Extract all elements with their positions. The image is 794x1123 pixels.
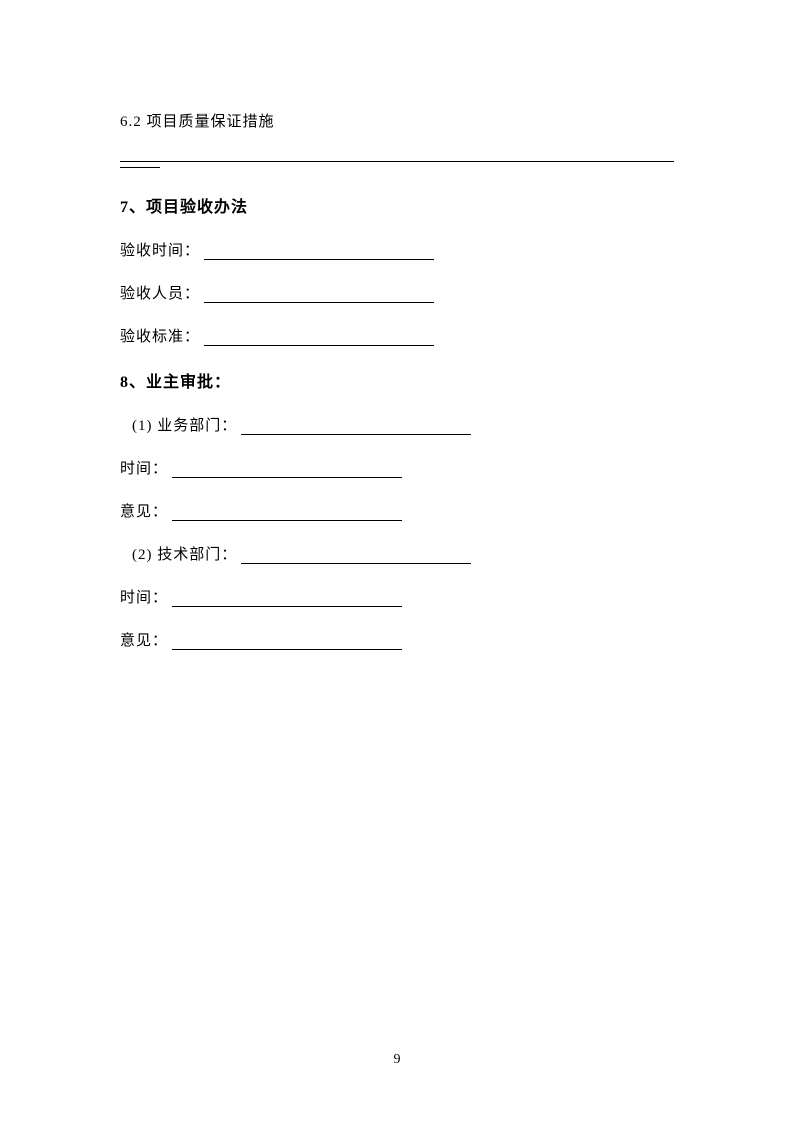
tech-dept-blank[interactable]	[241, 548, 471, 564]
tech-dept-row: (2) 技术部门：	[120, 543, 674, 564]
horizontal-rule	[120, 161, 674, 162]
business-dept-blank[interactable]	[241, 419, 471, 435]
tech-time-label: 时间：	[120, 586, 168, 607]
business-opinion-blank[interactable]	[172, 505, 402, 521]
business-time-row: 时间：	[120, 457, 674, 478]
tech-opinion-row: 意见：	[120, 629, 674, 650]
acceptance-time-blank[interactable]	[204, 244, 434, 260]
business-time-blank[interactable]	[172, 462, 402, 478]
acceptance-standard-blank[interactable]	[204, 330, 434, 346]
section-8-heading: 8、业主审批：	[120, 368, 674, 392]
acceptance-person-label: 验收人员：	[120, 282, 200, 303]
tech-opinion-blank[interactable]	[172, 634, 402, 650]
tech-time-row: 时间：	[120, 586, 674, 607]
tech-dept-label: (2) 技术部门：	[132, 543, 237, 564]
page-number: 9	[0, 1052, 794, 1068]
business-time-label: 时间：	[120, 457, 168, 478]
acceptance-standard-row: 验收标准：	[120, 325, 674, 346]
acceptance-person-blank[interactable]	[204, 287, 434, 303]
business-opinion-label: 意见：	[120, 500, 168, 521]
acceptance-time-row: 验收时间：	[120, 239, 674, 260]
tech-time-blank[interactable]	[172, 591, 402, 607]
horizontal-rule-continuation	[120, 167, 160, 168]
business-dept-label: (1) 业务部门：	[132, 414, 237, 435]
acceptance-person-row: 验收人员：	[120, 282, 674, 303]
business-opinion-row: 意见：	[120, 500, 674, 521]
business-dept-row: (1) 业务部门：	[120, 414, 674, 435]
acceptance-standard-label: 验收标准：	[120, 325, 200, 346]
acceptance-time-label: 验收时间：	[120, 239, 200, 260]
tech-opinion-label: 意见：	[120, 629, 168, 650]
section-7-heading: 7、项目验收办法	[120, 193, 674, 217]
section-6-2-heading: 6.2 项目质量保证措施	[120, 110, 674, 131]
